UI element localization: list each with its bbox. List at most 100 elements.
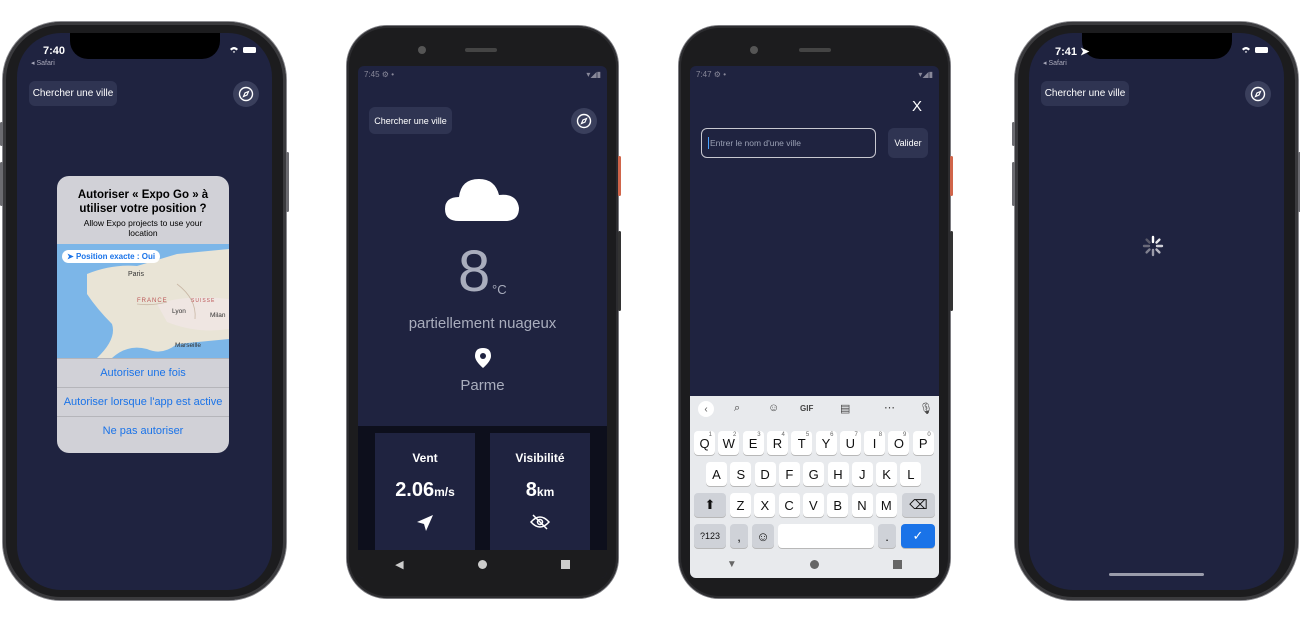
- more-icon[interactable]: ⋯: [884, 401, 895, 414]
- map-label-france: FRANCE: [137, 298, 168, 304]
- comma-key[interactable]: ,: [730, 524, 748, 548]
- key-s[interactable]: S: [730, 462, 752, 486]
- key-hint: 4: [781, 432, 785, 438]
- key-v[interactable]: V: [802, 493, 824, 517]
- status-back-link[interactable]: ◂ Safari: [31, 59, 55, 67]
- close-button[interactable]: X: [912, 98, 922, 115]
- precise-location-badge[interactable]: ➤ Position exacte : Oui: [62, 250, 161, 263]
- collapse-toolbar-icon[interactable]: ‹: [698, 401, 714, 417]
- phone-2-frame: 7:45 ⚙ • ▾◢▮ Chercher une ville 8 °C par…: [347, 26, 621, 598]
- key-q[interactable]: Q1: [694, 431, 715, 455]
- city-name: Parme: [460, 377, 505, 394]
- status-time: 7:41 ➤: [1055, 46, 1090, 58]
- key-y[interactable]: Y6: [815, 431, 837, 455]
- allow-while-using-button[interactable]: Autoriser lorsque l'app est active: [57, 387, 229, 416]
- key-d[interactable]: D: [754, 462, 776, 486]
- allow-once-button[interactable]: Autoriser une fois: [57, 358, 229, 387]
- key-w[interactable]: W2: [718, 431, 740, 455]
- phone-1-screen: 7:40 ◂ Safari Chercher une ville Autoris…: [17, 33, 272, 590]
- status-icons: [228, 45, 258, 58]
- key-h[interactable]: H: [827, 462, 849, 486]
- key-x[interactable]: X: [754, 493, 776, 517]
- android-nav-bar: ▼: [690, 550, 939, 578]
- key-k[interactable]: K: [876, 462, 898, 486]
- loading-spinner-icon: [1142, 235, 1164, 257]
- key-c[interactable]: C: [778, 493, 800, 517]
- key-n[interactable]: N: [851, 493, 873, 517]
- key-z[interactable]: Z: [730, 493, 751, 517]
- key-g[interactable]: G: [803, 462, 825, 486]
- key-t[interactable]: T5: [791, 431, 813, 455]
- backspace-key[interactable]: ⌫: [902, 493, 935, 517]
- key-label: P: [918, 435, 928, 451]
- emoji-key[interactable]: ☺: [752, 524, 774, 548]
- key-u[interactable]: U7: [839, 431, 861, 455]
- temperature-value: 8: [458, 239, 491, 304]
- notch: [69, 33, 220, 59]
- key-b[interactable]: B: [827, 493, 849, 517]
- recents-nav-icon[interactable]: [893, 559, 903, 569]
- back-nav-icon[interactable]: ▼: [727, 559, 737, 570]
- submit-button[interactable]: Valider: [888, 128, 928, 158]
- locate-button[interactable]: [571, 108, 597, 134]
- phone-4-screen: 7:41 ➤ ◂ Safari Chercher une ville: [1029, 33, 1284, 590]
- key-i[interactable]: I8: [864, 431, 886, 455]
- power-button: [950, 156, 953, 196]
- phone-2-screen: 7:45 ⚙ • ▾◢▮ Chercher une ville 8 °C par…: [358, 66, 607, 578]
- status-back-link[interactable]: ◂ Safari: [1043, 59, 1067, 67]
- dont-allow-button[interactable]: Ne pas autoriser: [57, 416, 229, 445]
- search-city-button[interactable]: Chercher une ville: [29, 81, 117, 106]
- visibility-value: 8km: [525, 479, 555, 501]
- space-key[interactable]: [778, 524, 874, 548]
- symbols-key[interactable]: ?123: [694, 524, 726, 548]
- key-o[interactable]: O9: [888, 431, 910, 455]
- home-nav-icon[interactable]: [477, 559, 487, 569]
- side-button: [0, 162, 3, 206]
- side-button: [286, 152, 289, 212]
- key-hint: 6: [830, 432, 834, 438]
- search-city-button[interactable]: Chercher une ville: [369, 107, 452, 134]
- phone-3-frame: 7:47 ⚙ • ▾◢▮ X Entrer le nom d'une ville…: [679, 26, 953, 598]
- search-icon[interactable]: ⌕: [734, 402, 740, 415]
- key-f[interactable]: F: [778, 462, 800, 486]
- locate-button[interactable]: [1245, 81, 1271, 107]
- location-permission-dialog: Autoriser « Expo Go » à utiliser votre p…: [57, 176, 229, 453]
- key-r[interactable]: R4: [766, 431, 788, 455]
- gif-button[interactable]: GIF: [800, 404, 813, 413]
- back-nav-icon[interactable]: ◀: [395, 558, 403, 571]
- key-j[interactable]: J: [851, 462, 873, 486]
- front-camera: [750, 46, 758, 54]
- status-icons: [1240, 45, 1270, 58]
- side-button: [1012, 122, 1015, 146]
- microphone-icon[interactable]: 🎙: [919, 402, 933, 415]
- key-hint: 5: [805, 432, 810, 438]
- sticker-icon[interactable]: ☺: [768, 402, 779, 414]
- visibility-card: Visibilité 8km: [490, 433, 590, 550]
- recents-nav-icon[interactable]: [560, 559, 570, 569]
- key-a[interactable]: A: [706, 462, 727, 486]
- status-time: 7:45 ⚙ •: [364, 70, 394, 79]
- key-label: T: [797, 435, 806, 451]
- key-hint: 0: [927, 432, 931, 438]
- phone-3-screen: 7:47 ⚙ • ▾◢▮ X Entrer le nom d'une ville…: [690, 66, 939, 578]
- precise-location-label: Position exacte : Oui: [75, 252, 156, 261]
- clipboard-icon[interactable]: ▤: [840, 402, 850, 415]
- period-key[interactable]: .: [878, 524, 896, 548]
- speaker-grill: [799, 48, 831, 52]
- locate-button[interactable]: [233, 81, 259, 107]
- home-indicator[interactable]: [1109, 573, 1204, 576]
- wind-card: Vent 2.06m/s: [375, 433, 475, 550]
- key-p[interactable]: P0: [912, 431, 934, 455]
- navigation-arrow-icon: [417, 515, 433, 531]
- key-l[interactable]: L: [900, 462, 922, 486]
- key-hint: 7: [854, 432, 858, 438]
- shift-key[interactable]: ⬆: [694, 493, 726, 517]
- home-nav-icon[interactable]: [810, 559, 820, 569]
- key-m[interactable]: M: [875, 493, 897, 517]
- enter-key[interactable]: ✓: [901, 524, 935, 548]
- compass-icon: [576, 113, 592, 129]
- phone-1-frame: 7:40 ◂ Safari Chercher une ville Autoris…: [0, 22, 289, 600]
- search-city-button[interactable]: Chercher une ville: [1041, 81, 1129, 106]
- city-search-input[interactable]: Entrer le nom d'une ville: [701, 128, 876, 158]
- key-e[interactable]: E3: [742, 431, 764, 455]
